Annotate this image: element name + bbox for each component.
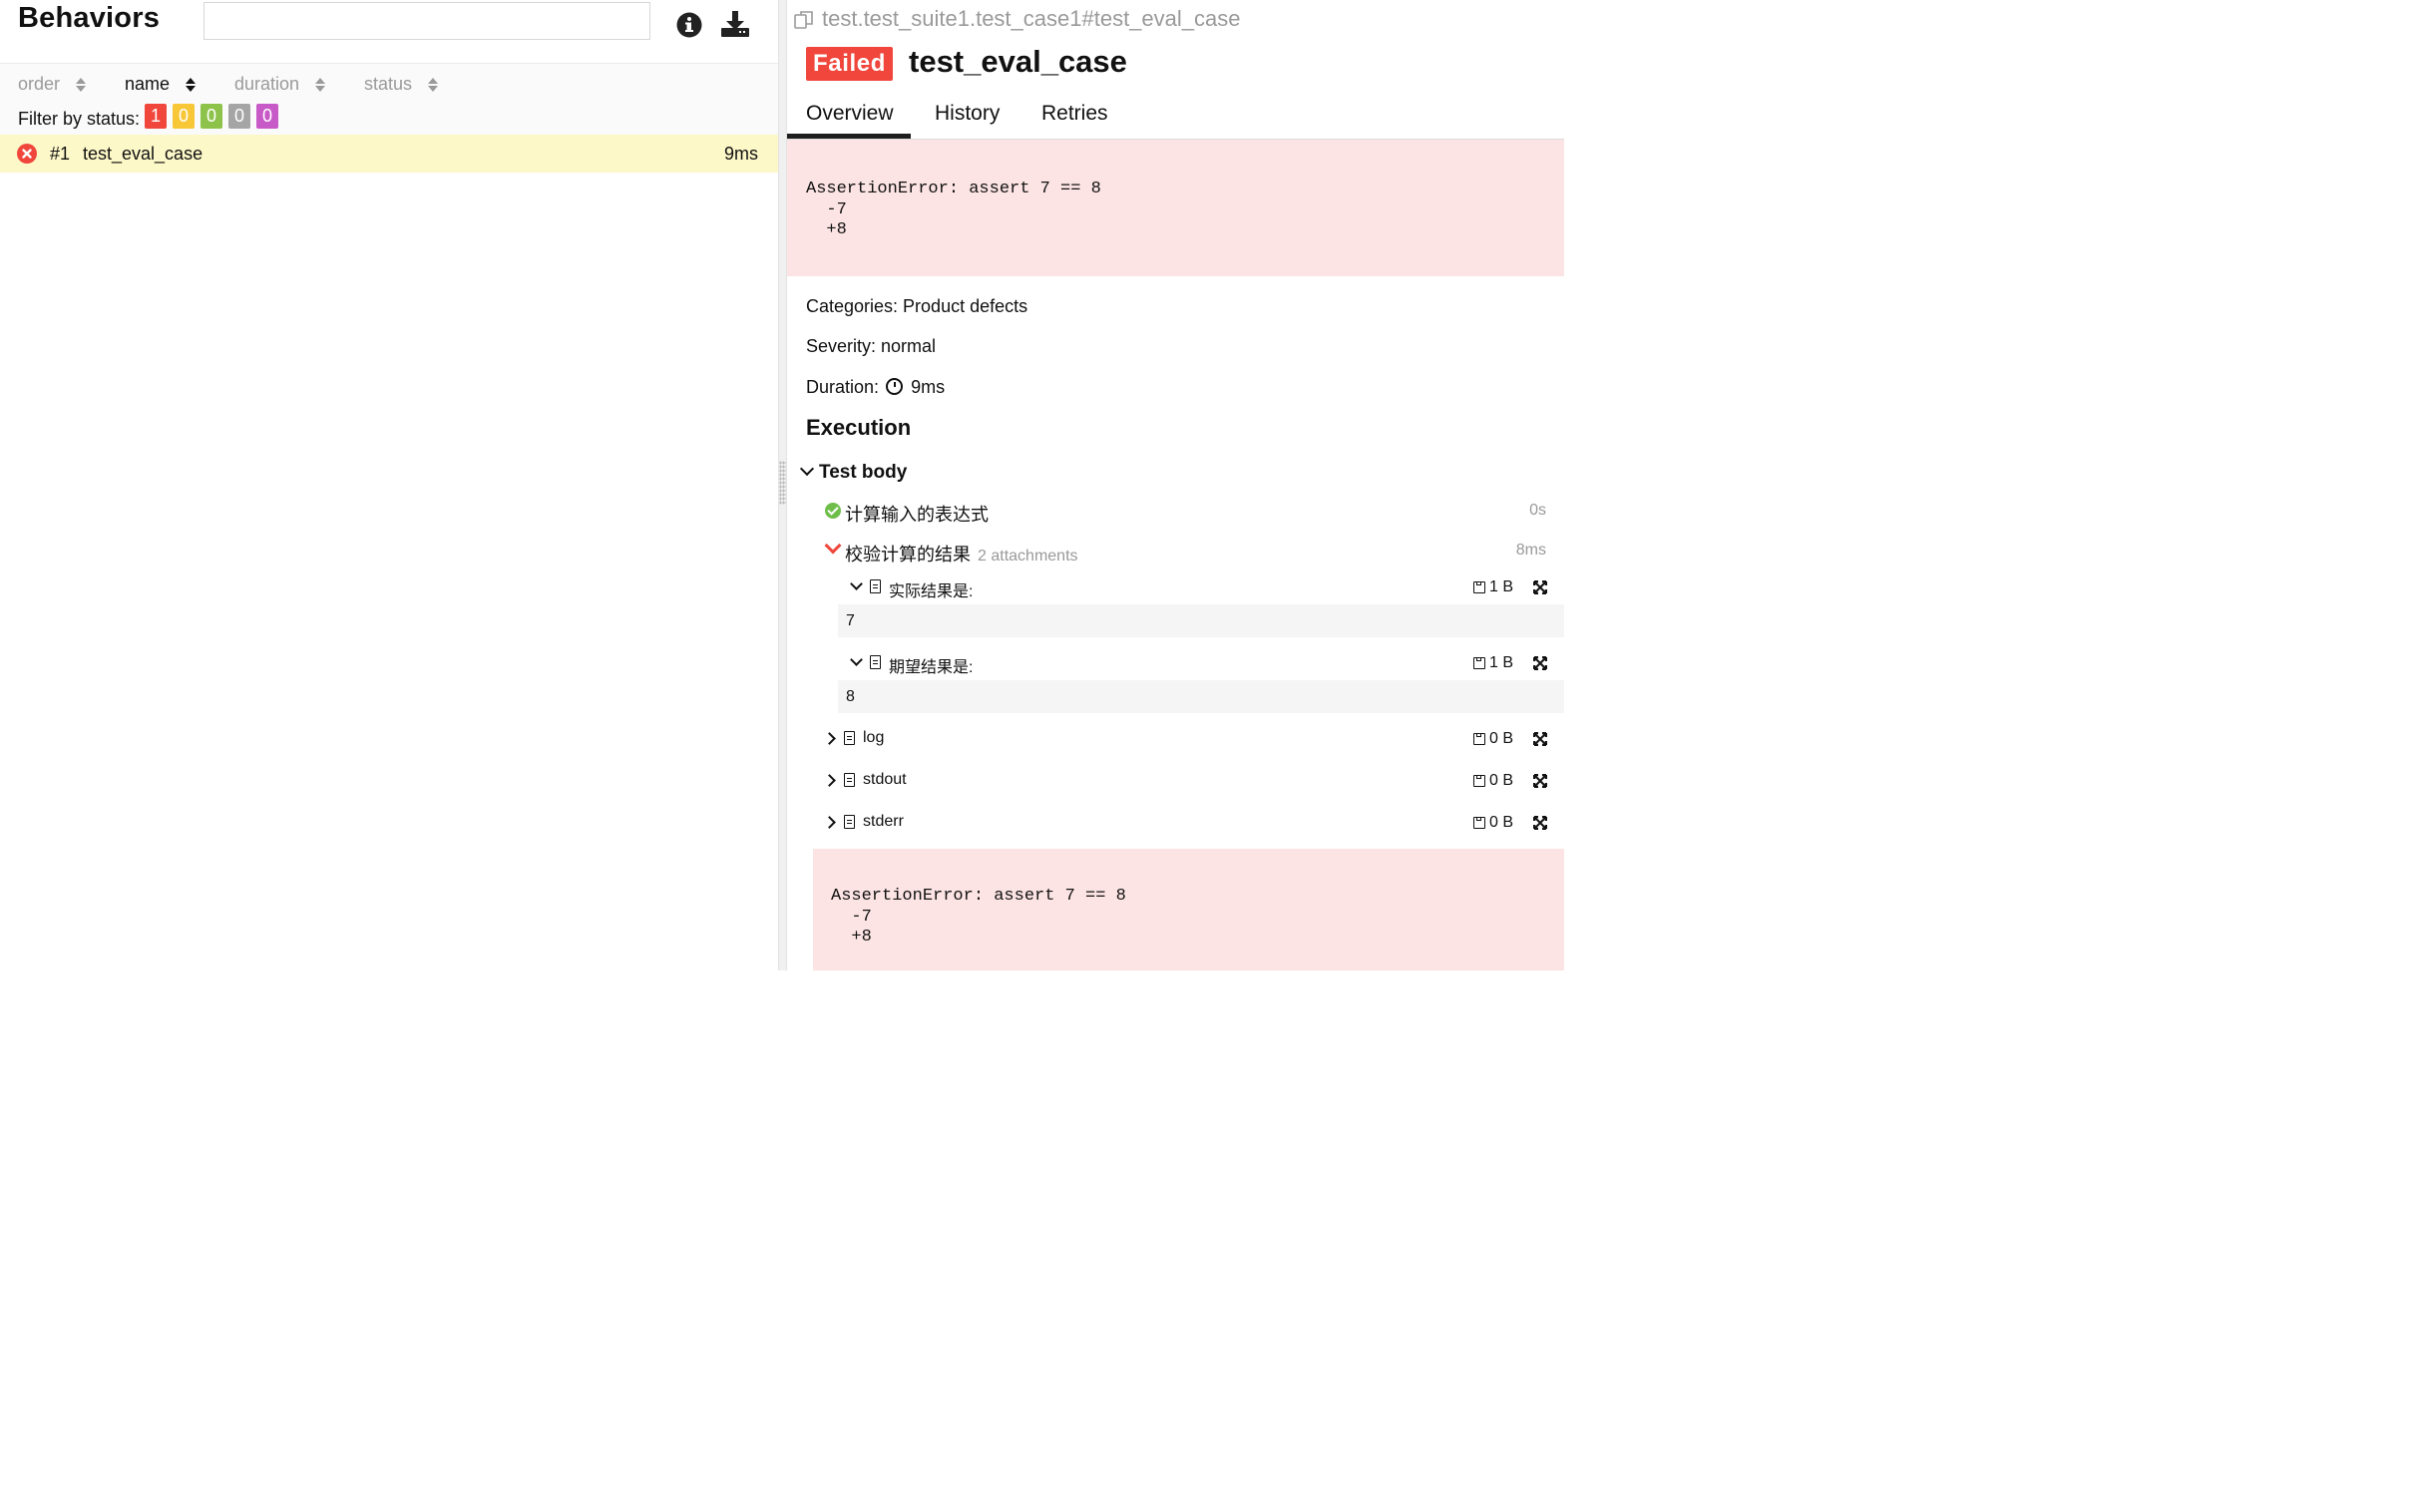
filter-passed-badge[interactable]: 0 <box>201 104 222 129</box>
attachment-size: 0 B <box>1473 730 1513 748</box>
row-duration: 9ms <box>723 144 758 164</box>
expand-icon[interactable] <box>1533 656 1547 670</box>
attachment-name[interactable]: 期望结果是: <box>889 653 973 677</box>
step-duration: 8ms <box>1515 542 1546 559</box>
filter-failed-badge[interactable]: 1 <box>145 104 167 129</box>
chevron-down-icon[interactable] <box>799 461 815 477</box>
attachment-size-text: 0 B <box>1489 730 1514 747</box>
sort-toolbar: order name duration status Filter by sta… <box>0 63 778 137</box>
attachment-name[interactable]: log <box>863 729 884 747</box>
filter-label: Filter by status: <box>18 109 141 129</box>
error-message: AssertionError: assert 7 == 8 -7 +8 <box>787 140 1564 276</box>
attachment-name[interactable]: stdout <box>863 771 907 789</box>
test-result-pane: test.test_suite1.test_case1#test_eval_ca… <box>787 0 1564 970</box>
expand-icon[interactable] <box>1533 816 1547 830</box>
expand-icon[interactable] <box>1533 732 1547 746</box>
attachment-size-text: 0 B <box>1489 772 1514 789</box>
attachments-count: 2 attachments <box>978 548 1078 565</box>
splitter-grip[interactable] <box>779 461 786 505</box>
chevron-down-icon[interactable] <box>850 577 863 590</box>
active-tab-indicator <box>787 134 911 139</box>
info-icon[interactable] <box>676 12 702 38</box>
categories-text: Categories: Product defects <box>806 296 1028 316</box>
expand-icon[interactable] <box>1533 774 1547 788</box>
chevron-right-icon[interactable] <box>823 816 836 829</box>
tab-overview[interactable]: Overview <box>806 102 894 126</box>
attachment-content: 8 <box>838 680 1564 713</box>
attachment-name[interactable]: 实际结果是: <box>889 577 973 601</box>
sort-icon <box>315 77 326 93</box>
duration-label: Duration: <box>806 377 880 397</box>
chevron-down-icon[interactable] <box>850 653 863 666</box>
tab-retries[interactable]: Retries <box>1041 102 1108 126</box>
severity-text: Severity: normal <box>806 336 937 356</box>
sort-by-duration[interactable]: duration <box>234 74 326 95</box>
test-path: test.test_suite1.test_case1#test_eval_ca… <box>822 6 1241 31</box>
file-icon <box>844 815 855 829</box>
sort-icon <box>428 77 439 93</box>
tab-history[interactable]: History <box>935 102 1000 126</box>
step-name-text: 校验计算的结果 <box>845 545 971 565</box>
file-icon <box>870 655 881 669</box>
step-error-message: AssertionError: assert 7 == 8 -7 +8 <box>813 849 1564 970</box>
row-number: #1 <box>50 144 71 164</box>
expand-icon[interactable] <box>1533 580 1547 594</box>
test-body-toggle[interactable]: Test body <box>819 462 907 484</box>
file-icon <box>870 579 881 593</box>
behaviors-pane: Behaviors order name duration status Fil… <box>0 0 778 970</box>
attachment-name[interactable]: stderr <box>863 813 904 831</box>
attachment-size-text: 1 B <box>1489 654 1514 671</box>
row-name: test_eval_case <box>83 144 203 164</box>
clock-icon <box>886 378 904 395</box>
floppy-icon <box>1473 817 1485 829</box>
status-badge: Failed <box>806 47 893 81</box>
copy-icon[interactable] <box>793 9 815 31</box>
step-duration: 0s <box>1529 502 1546 519</box>
page-title: Behaviors <box>18 2 161 34</box>
file-icon <box>844 731 855 745</box>
attachment-size: 1 B <box>1473 578 1513 596</box>
sort-icon <box>186 77 197 93</box>
attachment-content: 7 <box>838 604 1564 637</box>
attachment-size-text: 1 B <box>1489 578 1514 595</box>
execution-heading: Execution <box>806 415 912 440</box>
filter-skipped-badge[interactable]: 0 <box>228 104 250 129</box>
sort-icon <box>76 77 87 93</box>
download-icon[interactable] <box>720 10 750 38</box>
test-title: test_eval_case <box>909 44 1127 79</box>
filter-broken-badge[interactable]: 0 <box>173 104 195 129</box>
chevron-right-icon[interactable] <box>823 732 836 745</box>
sort-by-status[interactable]: status <box>364 74 439 95</box>
duration-row: Duration: 9ms <box>806 376 945 398</box>
attachment-size-text: 0 B <box>1489 814 1514 831</box>
floppy-icon <box>1473 657 1485 669</box>
sort-by-order[interactable]: order <box>18 74 87 95</box>
step-name[interactable]: 计算输入的表达式 <box>845 501 989 527</box>
sort-label: status <box>364 74 413 94</box>
floppy-icon <box>1473 581 1485 593</box>
passed-check-icon <box>825 503 841 519</box>
step-name[interactable]: 校验计算的结果 2 attachments <box>845 541 1078 567</box>
sort-label: duration <box>234 74 300 94</box>
chevron-right-icon[interactable] <box>823 774 836 787</box>
search-input[interactable] <box>203 2 650 40</box>
tree-row[interactable]: #1 test_eval_case 9ms <box>0 135 778 173</box>
sort-by-name[interactable]: name <box>125 74 197 95</box>
failed-status-icon <box>17 144 37 164</box>
floppy-icon <box>1473 775 1485 787</box>
attachment-size: 0 B <box>1473 772 1513 790</box>
attachment-size: 0 B <box>1473 814 1513 832</box>
attachment-size: 1 B <box>1473 654 1513 672</box>
sort-label: order <box>18 74 61 94</box>
duration-value: 9ms <box>911 377 946 397</box>
sort-label: name <box>125 74 171 94</box>
failed-chevron-icon[interactable] <box>824 537 842 555</box>
filter-unknown-badge[interactable]: 0 <box>256 104 278 129</box>
file-icon <box>844 773 855 787</box>
floppy-icon <box>1473 733 1485 745</box>
